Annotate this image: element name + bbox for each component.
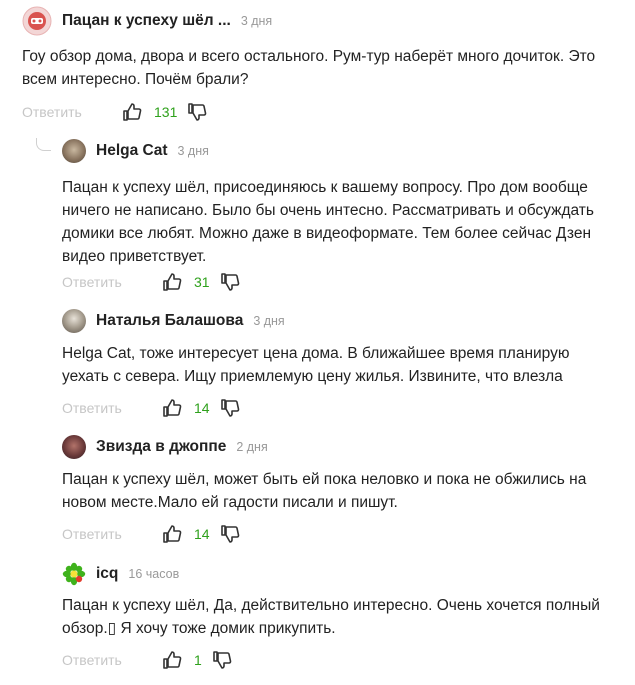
author-name[interactable]: Звизда в джоппе	[96, 438, 226, 456]
like-icon[interactable]	[162, 398, 182, 418]
comment-header: Наталья Балашова 3 дня	[62, 305, 285, 337]
comment-text: Пацан к успеху шёл, Да, действительно ин…	[62, 597, 600, 637]
comment-text: Helga Cat, тоже интересует цена дома. В …	[62, 345, 570, 385]
dislike-icon[interactable]	[212, 650, 232, 670]
like-icon[interactable]	[162, 650, 182, 670]
dislike-icon[interactable]	[187, 102, 207, 122]
dislike-icon[interactable]	[220, 524, 240, 544]
likes-count: 31	[194, 274, 210, 290]
comment-header: Звизда в джоппе 2 дня	[62, 431, 268, 463]
likes-count: 131	[154, 104, 178, 120]
comment-actions: Ответить 14	[62, 522, 240, 546]
like-icon[interactable]	[162, 524, 182, 544]
comment-time: 3 дня	[177, 144, 209, 158]
comment-actions: Ответить 131	[22, 100, 207, 124]
comment-header: Helga Cat 3 дня	[62, 135, 209, 167]
comment-time: 3 дня	[253, 314, 285, 328]
author-name[interactable]: Helga Cat	[96, 142, 168, 160]
like-icon[interactable]	[162, 272, 182, 292]
comment-time: 3 дня	[240, 14, 273, 28]
comment-actions: Ответить 1	[62, 648, 232, 672]
comment-actions: Ответить 14	[62, 396, 240, 420]
icq-flower-icon	[62, 562, 86, 586]
avatar-mask-icon	[22, 6, 52, 36]
reply-button[interactable]: Ответить	[22, 104, 122, 120]
comment-time: 16 часов	[128, 567, 180, 581]
likes-count: 14	[194, 400, 210, 416]
comment-time: 2 дня	[236, 440, 268, 454]
comment-text: Пацан к успеху шёл, присоединяюсь к ваше…	[62, 179, 594, 265]
dislike-icon[interactable]	[220, 398, 240, 418]
avatar[interactable]	[62, 562, 86, 586]
avatar[interactable]	[62, 139, 86, 163]
avatar[interactable]	[62, 435, 86, 459]
author-name[interactable]: Пацан к успеху шёл ...	[62, 12, 231, 30]
likes-count: 1	[194, 652, 202, 668]
comment-text: Гоу обзор дома, двора и всего остального…	[22, 48, 596, 88]
author-name[interactable]: Наталья Балашова	[96, 312, 243, 330]
thread-connector	[36, 138, 51, 151]
comment-text: Пацан к успеху шёл, может быть ей пока н…	[62, 471, 587, 511]
like-icon[interactable]	[122, 102, 142, 122]
avatar[interactable]	[22, 6, 52, 36]
reply-button[interactable]: Ответить	[62, 274, 162, 290]
reply-button[interactable]: Ответить	[62, 652, 162, 668]
comment-header: icq 16 часов	[62, 558, 179, 590]
avatar[interactable]	[62, 309, 86, 333]
comment-actions: Ответить 31	[62, 270, 240, 294]
likes-count: 14	[194, 526, 210, 542]
dislike-icon[interactable]	[220, 272, 240, 292]
reply-button[interactable]: Ответить	[62, 400, 162, 416]
reply-button[interactable]: Ответить	[62, 526, 162, 542]
comment-header: Пацан к успеху шёл ... 3 дня	[22, 5, 272, 37]
author-name[interactable]: icq	[96, 565, 118, 583]
